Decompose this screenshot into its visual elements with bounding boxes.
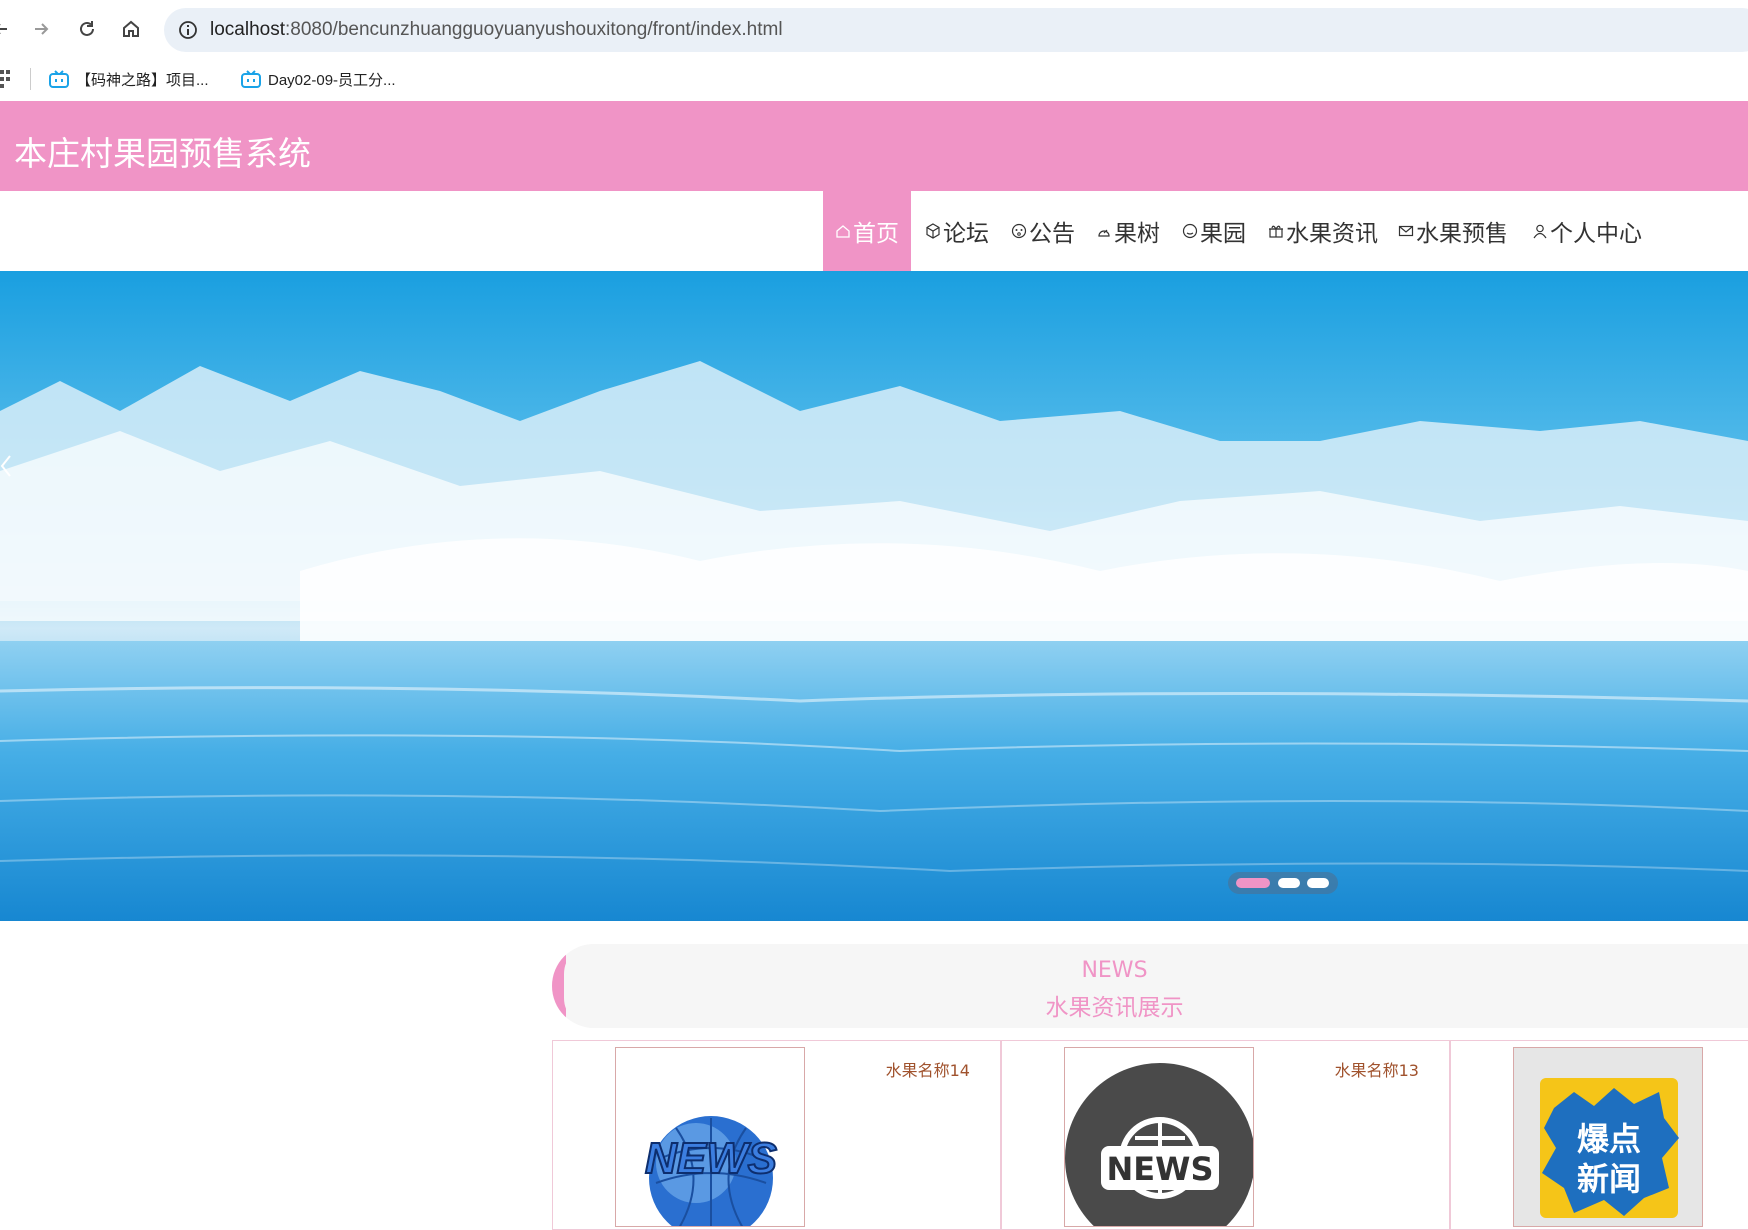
banner-carousel[interactable]: [0, 271, 1748, 921]
nav-label: 水果预售: [1416, 221, 1508, 247]
nav-label: 首页: [853, 221, 899, 247]
nav-item-orchard[interactable]: 果园: [1182, 191, 1246, 271]
carousel-indicators: [1228, 872, 1338, 894]
bookmarks-separator: [30, 68, 31, 90]
carousel-dot[interactable]: [1236, 878, 1270, 888]
banner-image: [0, 271, 1748, 921]
carousel-dot[interactable]: [1307, 878, 1329, 888]
svg-text:爆点: 爆点: [1577, 1120, 1641, 1158]
nav-label: 水果资讯: [1286, 221, 1378, 247]
url-text[interactable]: localhost:8080/bencunzhuangguoyuanyushou…: [210, 19, 783, 41]
home-icon: [836, 225, 850, 238]
nav-item-notice[interactable]: 公告: [1011, 191, 1075, 271]
news-title-en: NEWS: [1081, 958, 1148, 983]
news-card-title[interactable]: 水果名称14: [886, 1057, 970, 1081]
nav-label: 果园: [1200, 221, 1246, 247]
nav-item-presale[interactable]: 水果预售: [1398, 191, 1508, 271]
user-icon: [1533, 224, 1547, 239]
bookmark-label: 【码神之路】项目...: [76, 71, 209, 89]
banner-prev-arrow-icon[interactable]: [0, 451, 14, 481]
hot-news-image[interactable]: 爆点 新闻: [1513, 1047, 1703, 1227]
nav-item-trees[interactable]: 果树: [1096, 191, 1160, 271]
svg-text:新闻: 新闻: [1577, 1160, 1641, 1198]
nav-label: 论坛: [943, 221, 989, 247]
news-card[interactable]: NEWS 水果名称14: [552, 1040, 1001, 1230]
news-globe-image[interactable]: NEWS: [615, 1047, 805, 1227]
nav-item-profile[interactable]: 个人中心: [1532, 191, 1642, 271]
cube-icon: [926, 223, 940, 239]
bookmark-item[interactable]: Day02-09-员工分...: [240, 66, 396, 92]
cloud-icon: [1098, 229, 1110, 237]
news-card[interactable]: 爆点 新闻: [1450, 1040, 1748, 1230]
back-icon[interactable]: [0, 14, 16, 44]
url-path: :8080/bencunzhuangguoyuanyushouxitong/fr…: [285, 19, 783, 40]
site-info-icon[interactable]: [178, 20, 198, 40]
nav-item-forum[interactable]: 论坛: [925, 191, 989, 271]
forward-icon[interactable]: [26, 14, 56, 44]
nav-item-home[interactable]: 首页: [823, 191, 911, 271]
news-card-title[interactable]: 水果名称13: [1335, 1057, 1419, 1081]
bookmarks-bar: 【码神之路】项目... Day02-09-员工分...: [0, 60, 1748, 100]
site-title: 本庄村果园预售系统: [14, 134, 311, 173]
news-world-image[interactable]: NEWS: [1064, 1047, 1254, 1227]
news-card[interactable]: NEWS 水果名称13: [1001, 1040, 1450, 1230]
news-section-header: NEWS 水果资讯展示: [552, 944, 1748, 1028]
home-browser-icon[interactable]: [116, 14, 146, 44]
browser-toolbar: localhost:8080/bencunzhuangguoyuanyushou…: [0, 0, 1748, 60]
news-title-cn: 水果资讯展示: [1045, 995, 1184, 1021]
bilibili-icon: [49, 70, 69, 88]
site-header: 本庄村果园预售系统: [0, 101, 1748, 191]
gift-icon: [1269, 225, 1283, 238]
apps-icon[interactable]: [0, 68, 12, 88]
nav-label: 公告: [1029, 221, 1075, 247]
url-host: localhost: [210, 19, 285, 40]
bookmark-item[interactable]: 【码神之路】项目...: [48, 66, 209, 92]
bookmark-label: Day02-09-员工分...: [268, 71, 396, 89]
nav-label: 果树: [1114, 221, 1160, 247]
svg-text:NEWS: NEWS: [1107, 1150, 1214, 1188]
carousel-dot[interactable]: [1278, 878, 1300, 888]
smile-icon: [1182, 223, 1198, 239]
svg-text:NEWS: NEWS: [645, 1134, 777, 1183]
mail-icon: [1398, 225, 1414, 237]
bilibili-icon: [241, 70, 261, 88]
face-icon: [1011, 223, 1027, 239]
address-bar[interactable]: localhost:8080/bencunzhuangguoyuanyushou…: [164, 8, 1748, 52]
main-nav: 首页 论坛 公告 果树 果园 水果资讯 水果预售 个人中心: [0, 191, 1748, 271]
nav-label: 个人中心: [1550, 221, 1642, 247]
nav-item-fruit-news[interactable]: 水果资讯: [1268, 191, 1378, 271]
reload-icon[interactable]: [72, 14, 102, 44]
